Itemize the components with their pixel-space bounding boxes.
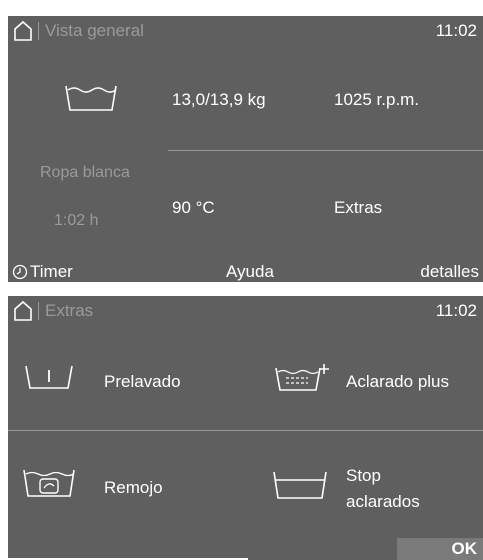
topbar-separator (38, 301, 39, 320)
extras-screen: Extras 11:02 Prelavado Aclarado plus Rem… (8, 294, 483, 560)
clock-icon (12, 264, 28, 280)
option-aclarado-plus[interactable]: Aclarado plus (346, 372, 449, 392)
extras-topbar: Extras 11:02 (8, 296, 483, 325)
clock-time: 11:02 (435, 301, 477, 320)
topbar-separator (38, 21, 39, 40)
option-stop-aclarados-line2[interactable]: aclarados (346, 492, 420, 512)
wash-tub-icon (65, 85, 117, 111)
home-icon[interactable] (12, 20, 34, 42)
load-value[interactable]: 13,0/13,9 kg (172, 90, 266, 110)
clock-time: 11:02 (435, 21, 477, 40)
extras-link[interactable]: Extras (334, 198, 382, 218)
page-title: Vista general (45, 20, 144, 40)
home-icon[interactable] (12, 300, 34, 322)
overview-topbar: Vista general 11:02 (8, 16, 483, 45)
overview-screen: Vista general 11:02 13,0/13,9 kg 1025 r.… (8, 14, 483, 282)
overview-bottombar: Timer Ayuda detalles (8, 262, 483, 282)
timer-button[interactable]: Timer (30, 262, 73, 282)
extras-divider (8, 430, 483, 431)
details-button[interactable]: detalles (420, 262, 479, 282)
temperature-value[interactable]: 90 °C (172, 198, 215, 218)
option-remojo[interactable]: Remojo (104, 478, 163, 498)
spin-value[interactable]: 1025 r.p.m. (334, 90, 419, 110)
help-button[interactable]: Ayuda (226, 262, 274, 282)
option-prelavado[interactable]: Prelavado (104, 372, 181, 392)
rinse-plus-icon (275, 364, 329, 391)
program-name: Ropa blanca (40, 164, 130, 181)
prewash-icon (25, 365, 73, 389)
program-duration: 1:02 h (54, 212, 99, 229)
soak-icon (23, 469, 75, 497)
ok-button[interactable]: OK (397, 538, 483, 560)
rinse-stop-icon (273, 471, 327, 499)
overview-divider (168, 150, 483, 151)
page-title: Extras (45, 300, 94, 320)
option-stop-aclarados-line1[interactable]: Stop (346, 466, 381, 486)
